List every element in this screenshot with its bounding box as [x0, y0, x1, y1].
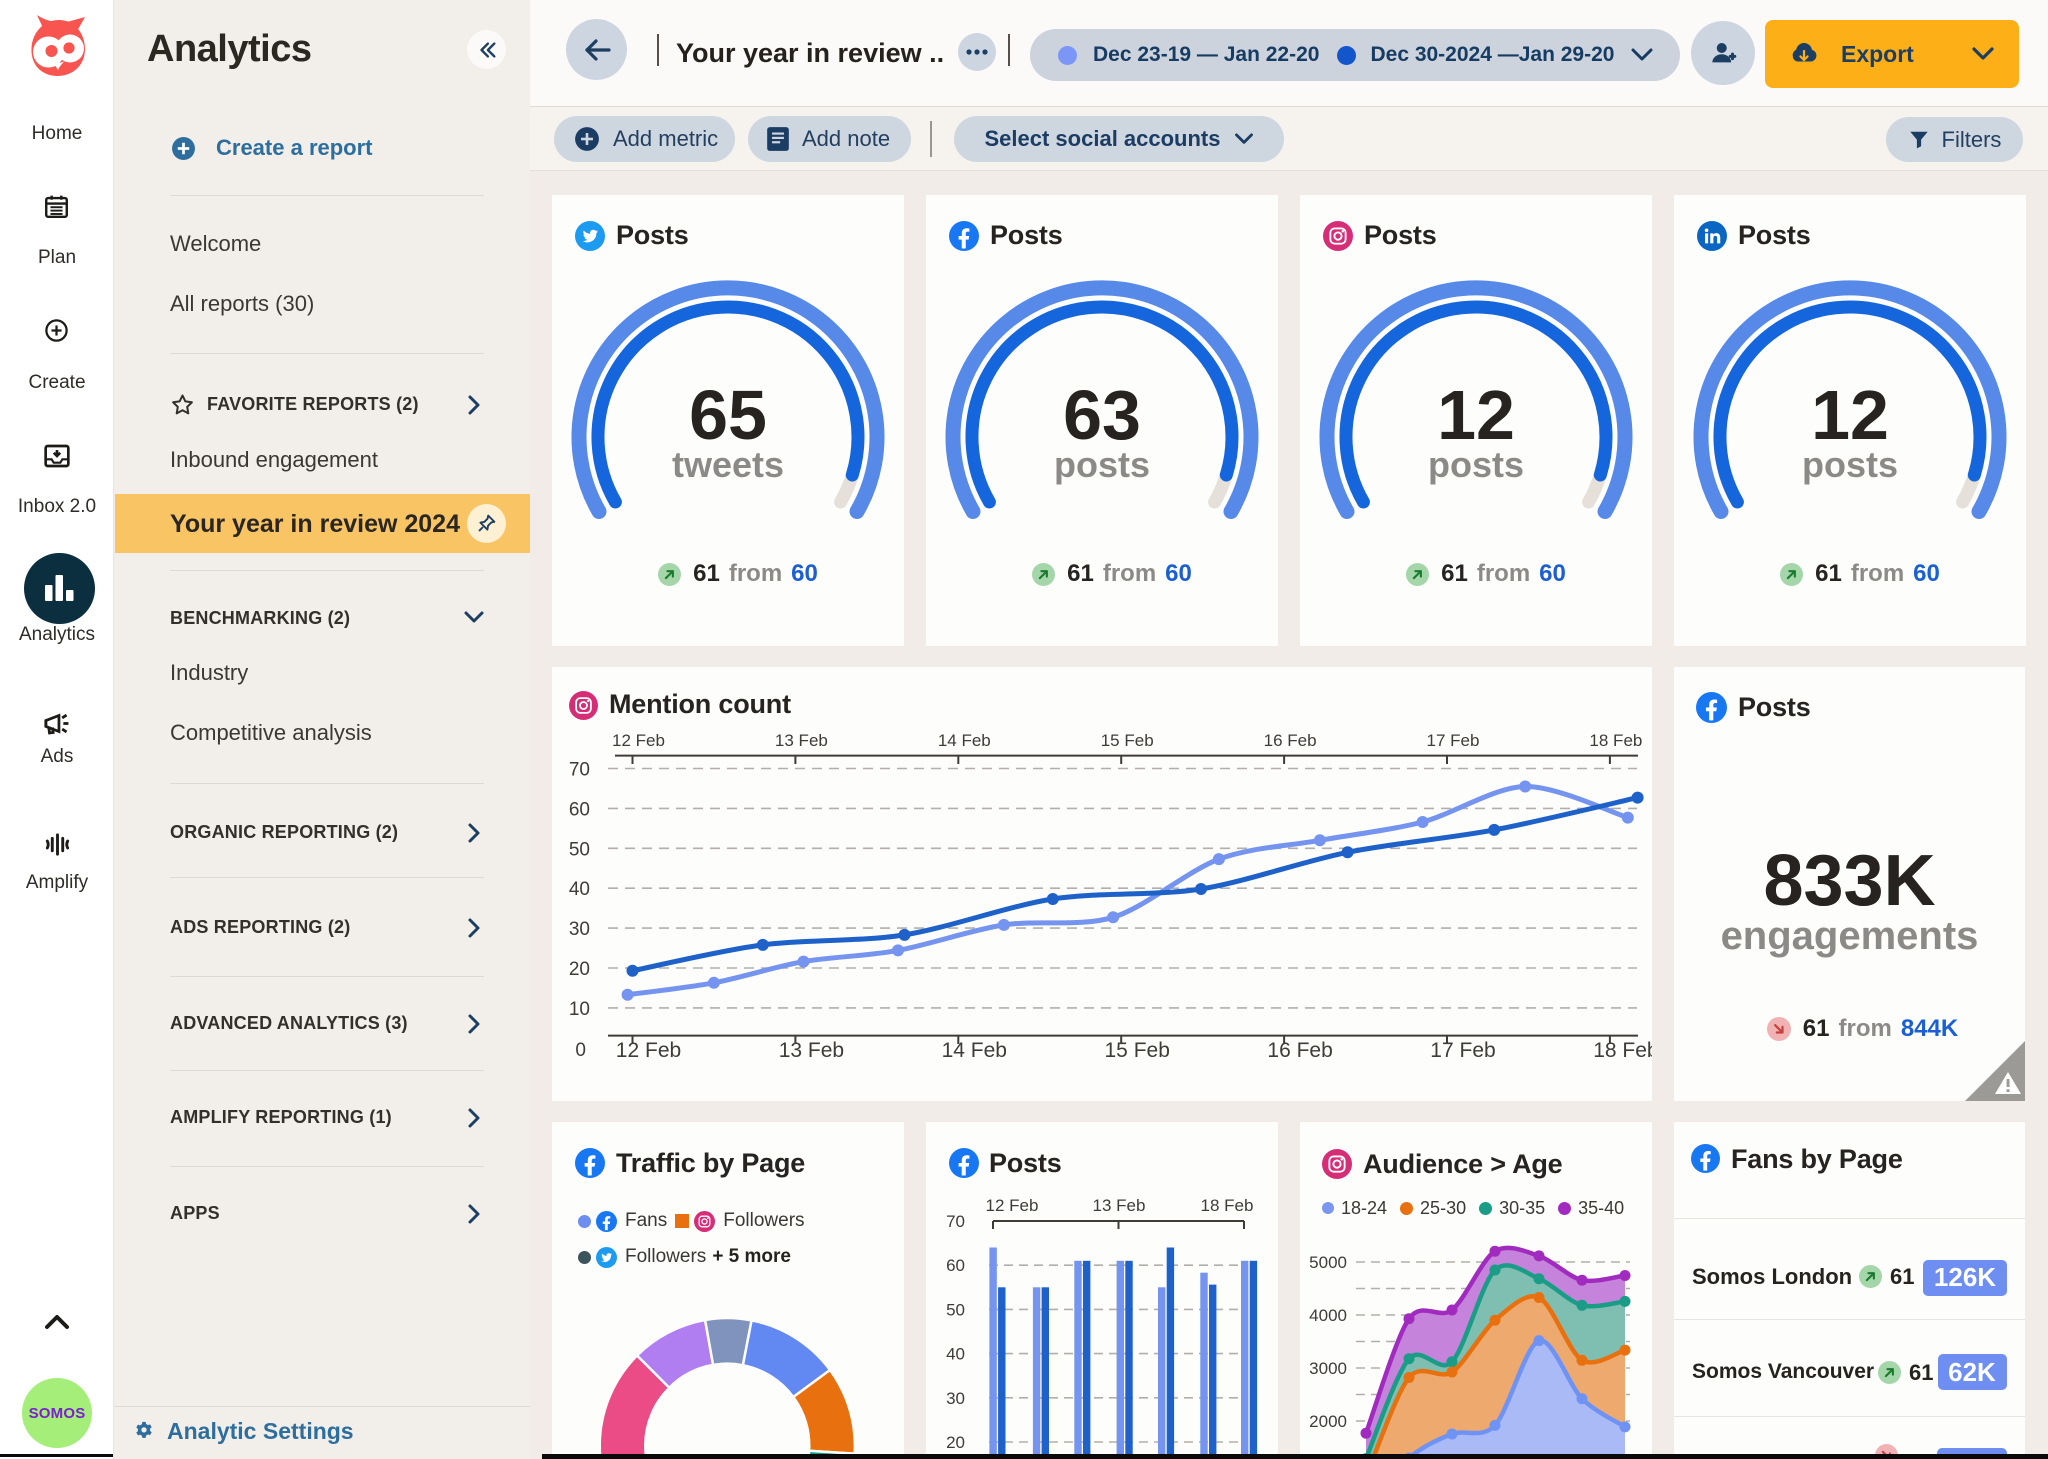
svg-text:14 Feb: 14 Feb [938, 731, 991, 750]
svg-text:40: 40 [946, 1345, 965, 1364]
svg-text:18 Feb: 18 Feb [1593, 1039, 1652, 1062]
svg-text:12 Feb: 12 Feb [616, 1039, 681, 1062]
svg-text:0: 0 [575, 1040, 586, 1061]
svg-text:2000: 2000 [1309, 1412, 1347, 1431]
svg-text:30: 30 [946, 1389, 965, 1408]
svg-text:17 Feb: 17 Feb [1427, 731, 1480, 750]
svg-text:17 Feb: 17 Feb [1430, 1039, 1495, 1062]
svg-text:18 Feb: 18 Feb [1589, 731, 1642, 750]
svg-text:12 Feb: 12 Feb [986, 1196, 1039, 1215]
svg-text:50: 50 [569, 839, 590, 860]
svg-text:50: 50 [946, 1300, 965, 1319]
svg-text:60: 60 [946, 1256, 965, 1275]
svg-text:60: 60 [569, 799, 590, 820]
svg-text:15 Feb: 15 Feb [1101, 731, 1154, 750]
svg-text:15 Feb: 15 Feb [1105, 1039, 1170, 1062]
svg-text:13 Feb: 13 Feb [779, 1039, 844, 1062]
svg-text:14 Feb: 14 Feb [942, 1039, 1007, 1062]
svg-text:20: 20 [569, 959, 590, 980]
svg-text:13 Feb: 13 Feb [1093, 1196, 1146, 1215]
svg-text:40: 40 [569, 879, 590, 900]
svg-text:16 Feb: 16 Feb [1267, 1039, 1332, 1062]
svg-text:4000: 4000 [1309, 1306, 1347, 1325]
svg-text:70: 70 [946, 1212, 965, 1231]
svg-text:30: 30 [569, 919, 590, 940]
svg-text:20: 20 [946, 1433, 965, 1452]
svg-text:12 Feb: 12 Feb [612, 731, 665, 750]
svg-text:13 Feb: 13 Feb [775, 731, 828, 750]
svg-text:3000: 3000 [1309, 1359, 1347, 1378]
svg-text:70: 70 [569, 760, 590, 781]
svg-text:10: 10 [569, 999, 590, 1020]
svg-text:5000: 5000 [1309, 1253, 1347, 1272]
svg-text:16 Feb: 16 Feb [1264, 731, 1317, 750]
svg-text:18 Feb: 18 Feb [1201, 1196, 1254, 1215]
